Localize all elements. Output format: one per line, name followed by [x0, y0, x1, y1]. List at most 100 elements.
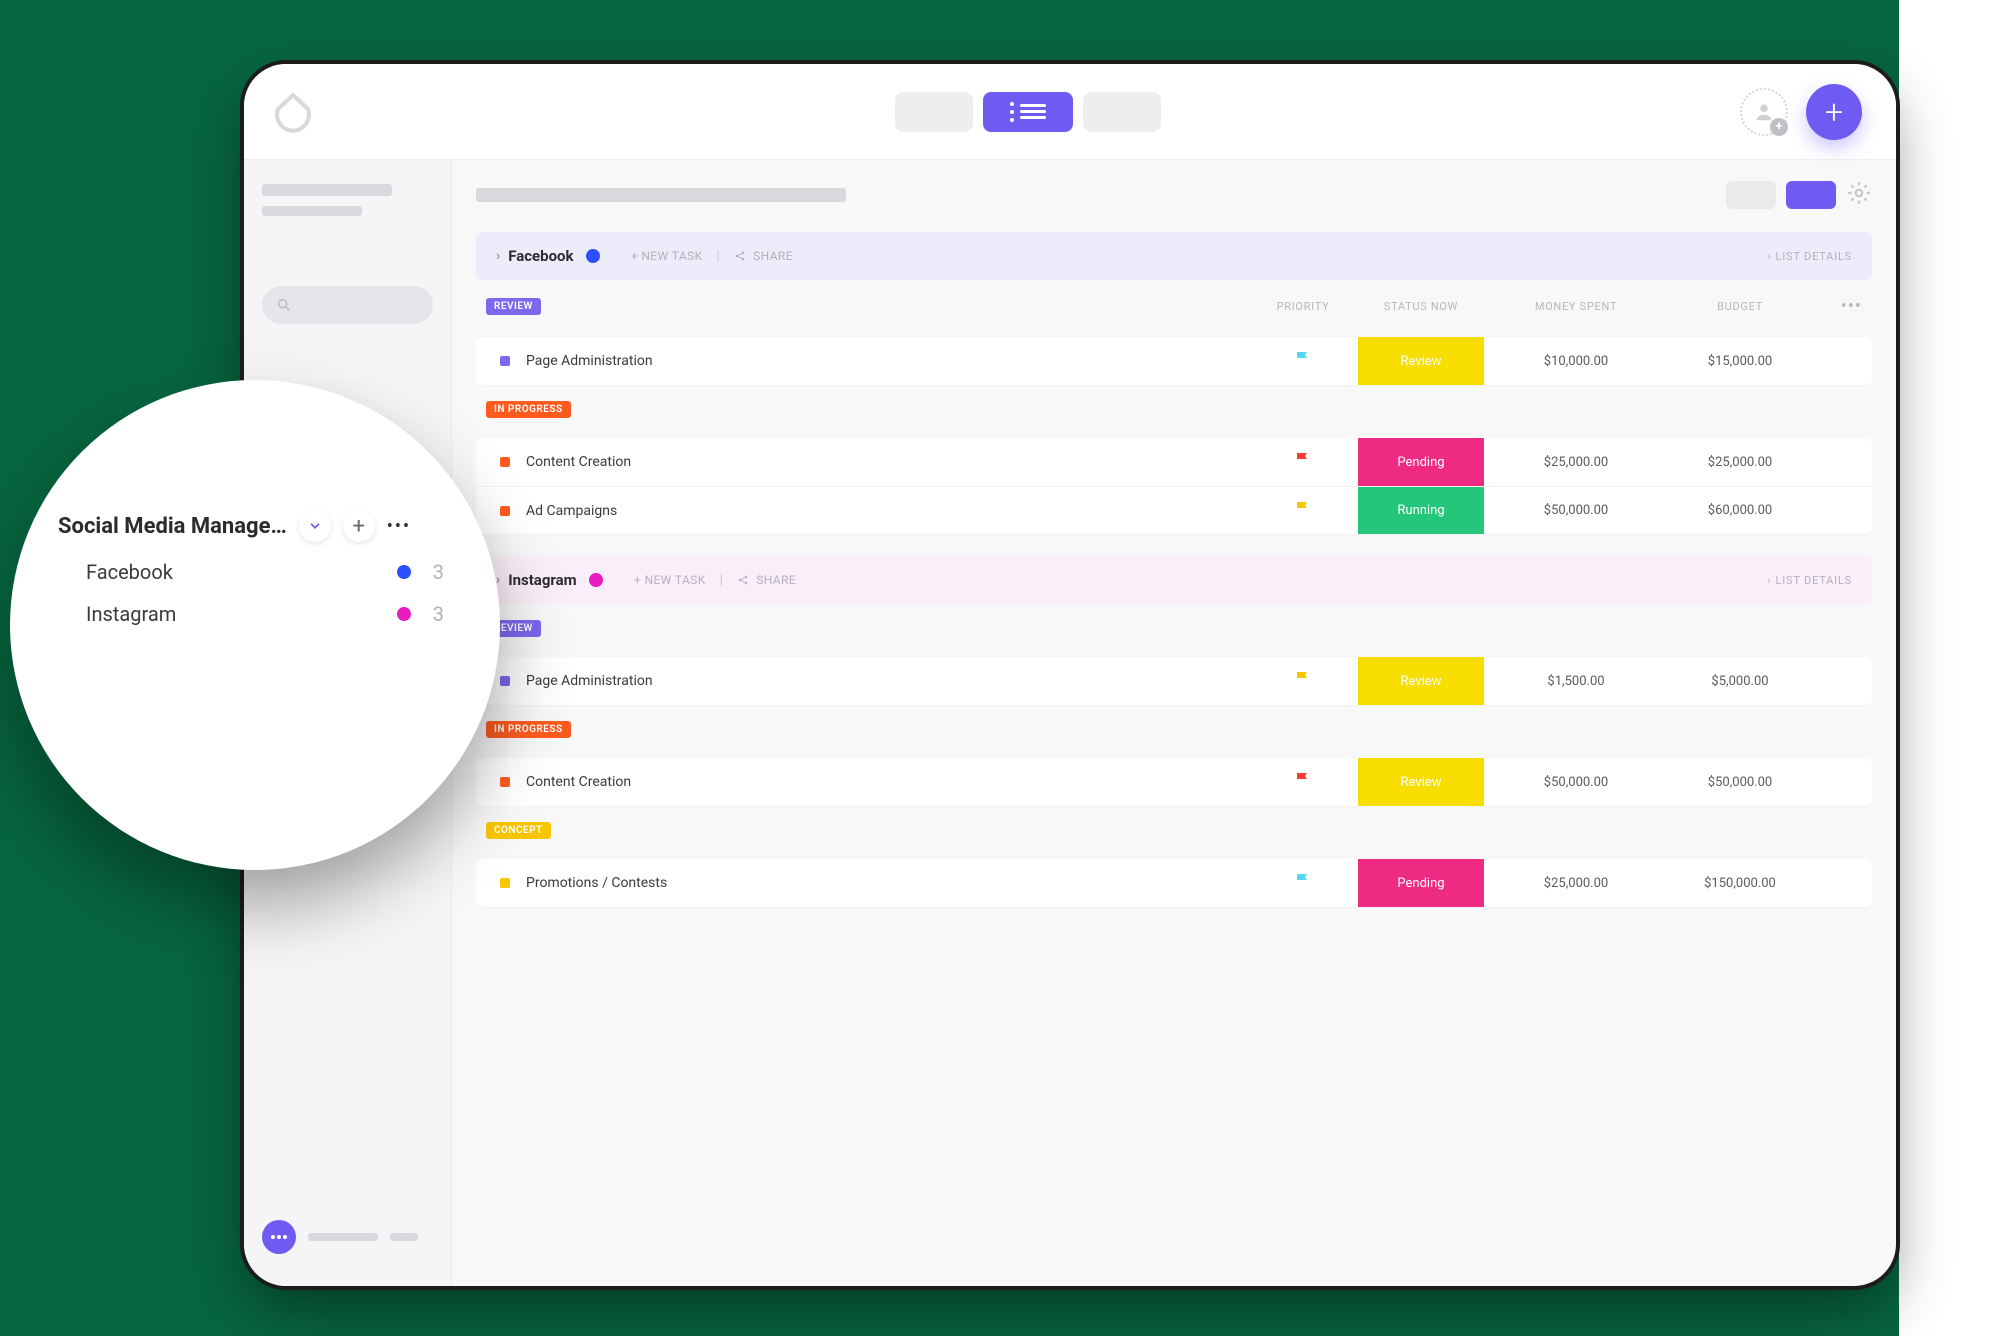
new-task-link[interactable]: + NEW TASK: [631, 249, 703, 263]
money-spent: $50,000.00: [1494, 775, 1658, 790]
task-name: Content Creation: [526, 454, 1258, 470]
view-option-3[interactable]: [1083, 92, 1161, 132]
section-header: IN PROGRESS: [476, 385, 1872, 424]
view-option-1[interactable]: [895, 92, 973, 132]
status-pill: Pending: [1358, 438, 1484, 486]
sidebar-zoom-popover: Social Media Manage… + ••• Facebook 3Ins…: [10, 380, 500, 870]
status-cell[interactable]: Review: [1348, 657, 1494, 705]
list-count: 3: [433, 602, 444, 626]
priority-flag[interactable]: [1258, 501, 1348, 521]
task-row[interactable]: Content Creation Review $50,000.00 $50,0…: [476, 758, 1872, 806]
task-status-square: [500, 777, 510, 787]
chat-button[interactable]: [262, 1220, 433, 1262]
status-tag: REVIEW: [486, 298, 541, 315]
money-spent: $1,500.00: [1494, 674, 1658, 689]
top-bar: + +: [244, 64, 1896, 160]
main-content: › Facebook + NEW TASK | SHARE ›LIST DETA…: [452, 160, 1896, 1286]
col-priority: PRIORITY: [1258, 300, 1348, 313]
status-tag: IN PROGRESS: [486, 721, 571, 738]
flag-icon: [1296, 772, 1310, 788]
new-task-link[interactable]: + NEW TASK: [634, 573, 706, 587]
section-header: REVIEW PRIORITY STATUS NOW MONEY SPENT B…: [476, 280, 1872, 323]
more-columns-icon[interactable]: •••: [1822, 296, 1862, 317]
list-details-link[interactable]: ›LIST DETAILS: [1767, 574, 1852, 587]
task-status-square: [500, 506, 510, 516]
money-spent: $25,000.00: [1494, 455, 1658, 470]
money-spent: $25,000.00: [1494, 876, 1658, 891]
list-details-link[interactable]: ›LIST DETAILS: [1767, 250, 1852, 263]
status-pill: Review: [1358, 337, 1484, 385]
status-tag: IN PROGRESS: [486, 401, 571, 418]
list-color-dot: [397, 565, 411, 579]
status-pill: Review: [1358, 758, 1484, 806]
task-name: Page Administration: [526, 353, 1258, 369]
search-input[interactable]: [262, 286, 433, 324]
priority-flag[interactable]: [1258, 351, 1348, 371]
group-header[interactable]: › Facebook + NEW TASK | SHARE ›LIST DETA…: [476, 232, 1872, 280]
list-count: 3: [433, 560, 444, 584]
task-name: Promotions / Contests: [526, 875, 1258, 891]
status-pill: Running: [1358, 487, 1484, 534]
settings-icon[interactable]: [1846, 180, 1872, 210]
collapse-toggle[interactable]: [299, 510, 331, 542]
task-name: Page Administration: [526, 673, 1258, 689]
view-toggle-b[interactable]: [1786, 181, 1836, 209]
budget: $50,000.00: [1658, 775, 1822, 790]
flag-icon: [1296, 671, 1310, 687]
share-link[interactable]: SHARE: [737, 573, 796, 587]
money-spent: $50,000.00: [1494, 503, 1658, 518]
section-header: CONCEPT: [476, 806, 1872, 845]
create-button[interactable]: +: [1806, 84, 1862, 140]
status-cell[interactable]: Pending: [1348, 859, 1494, 907]
share-icon: [734, 250, 749, 264]
sidebar-list-item[interactable]: Instagram 3: [58, 584, 452, 626]
chat-icon: [262, 1220, 296, 1254]
flag-icon: [1296, 351, 1310, 367]
status-cell[interactable]: Review: [1348, 337, 1494, 385]
view-option-list[interactable]: [983, 92, 1073, 132]
task-row[interactable]: Page Administration Review $10,000.00 $1…: [476, 337, 1872, 385]
flag-icon: [1296, 452, 1310, 468]
task-status-square: [500, 676, 510, 686]
list-name: Instagram: [86, 602, 397, 626]
priority-flag[interactable]: [1258, 772, 1348, 792]
sidebar-list-item[interactable]: Facebook 3: [58, 542, 452, 584]
share-link[interactable]: SHARE: [734, 249, 793, 263]
budget: $5,000.00: [1658, 674, 1822, 689]
add-list-button[interactable]: +: [343, 510, 375, 542]
chat-placeholder: [390, 1233, 418, 1241]
task-row[interactable]: Content Creation Pending $25,000.00 $25,…: [476, 438, 1872, 486]
group-header[interactable]: › Instagram + NEW TASK | SHARE ›LIST DET…: [476, 556, 1872, 604]
priority-flag[interactable]: [1258, 873, 1348, 893]
money-spent: $10,000.00: [1494, 354, 1658, 369]
more-button[interactable]: •••: [387, 516, 411, 537]
flag-icon: [1296, 873, 1310, 889]
col-budget: BUDGET: [1658, 300, 1822, 313]
space-title[interactable]: Social Media Manage…: [58, 514, 287, 539]
invite-user-button[interactable]: +: [1740, 88, 1788, 136]
view-toggle-a[interactable]: [1726, 181, 1776, 209]
priority-flag[interactable]: [1258, 671, 1348, 691]
share-icon: [737, 574, 752, 588]
task-row[interactable]: Ad Campaigns Running $50,000.00 $60,000.…: [476, 486, 1872, 534]
list-color-dot: [397, 607, 411, 621]
group-name: Facebook: [508, 247, 573, 265]
status-cell[interactable]: Running: [1348, 487, 1494, 534]
status-cell[interactable]: Review: [1348, 758, 1494, 806]
task-name: Ad Campaigns: [526, 503, 1258, 519]
task-row[interactable]: Page Administration Review $1,500.00 $5,…: [476, 657, 1872, 705]
view-switcher: [316, 92, 1740, 132]
group-color-dot: [586, 249, 600, 263]
col-money: MONEY SPENT: [1494, 300, 1658, 313]
status-cell[interactable]: Pending: [1348, 438, 1494, 486]
priority-flag[interactable]: [1258, 452, 1348, 472]
sidebar-placeholder: [262, 206, 362, 216]
task-row[interactable]: Promotions / Contests Pending $25,000.00…: [476, 859, 1872, 907]
status-pill: Review: [1358, 657, 1484, 705]
list-name: Facebook: [86, 560, 397, 584]
chat-placeholder: [308, 1233, 378, 1241]
budget: $60,000.00: [1658, 503, 1822, 518]
chevron-down-icon: [308, 519, 322, 533]
chevron-right-icon: ›: [496, 248, 500, 264]
section-header: REVIEW: [476, 604, 1872, 643]
